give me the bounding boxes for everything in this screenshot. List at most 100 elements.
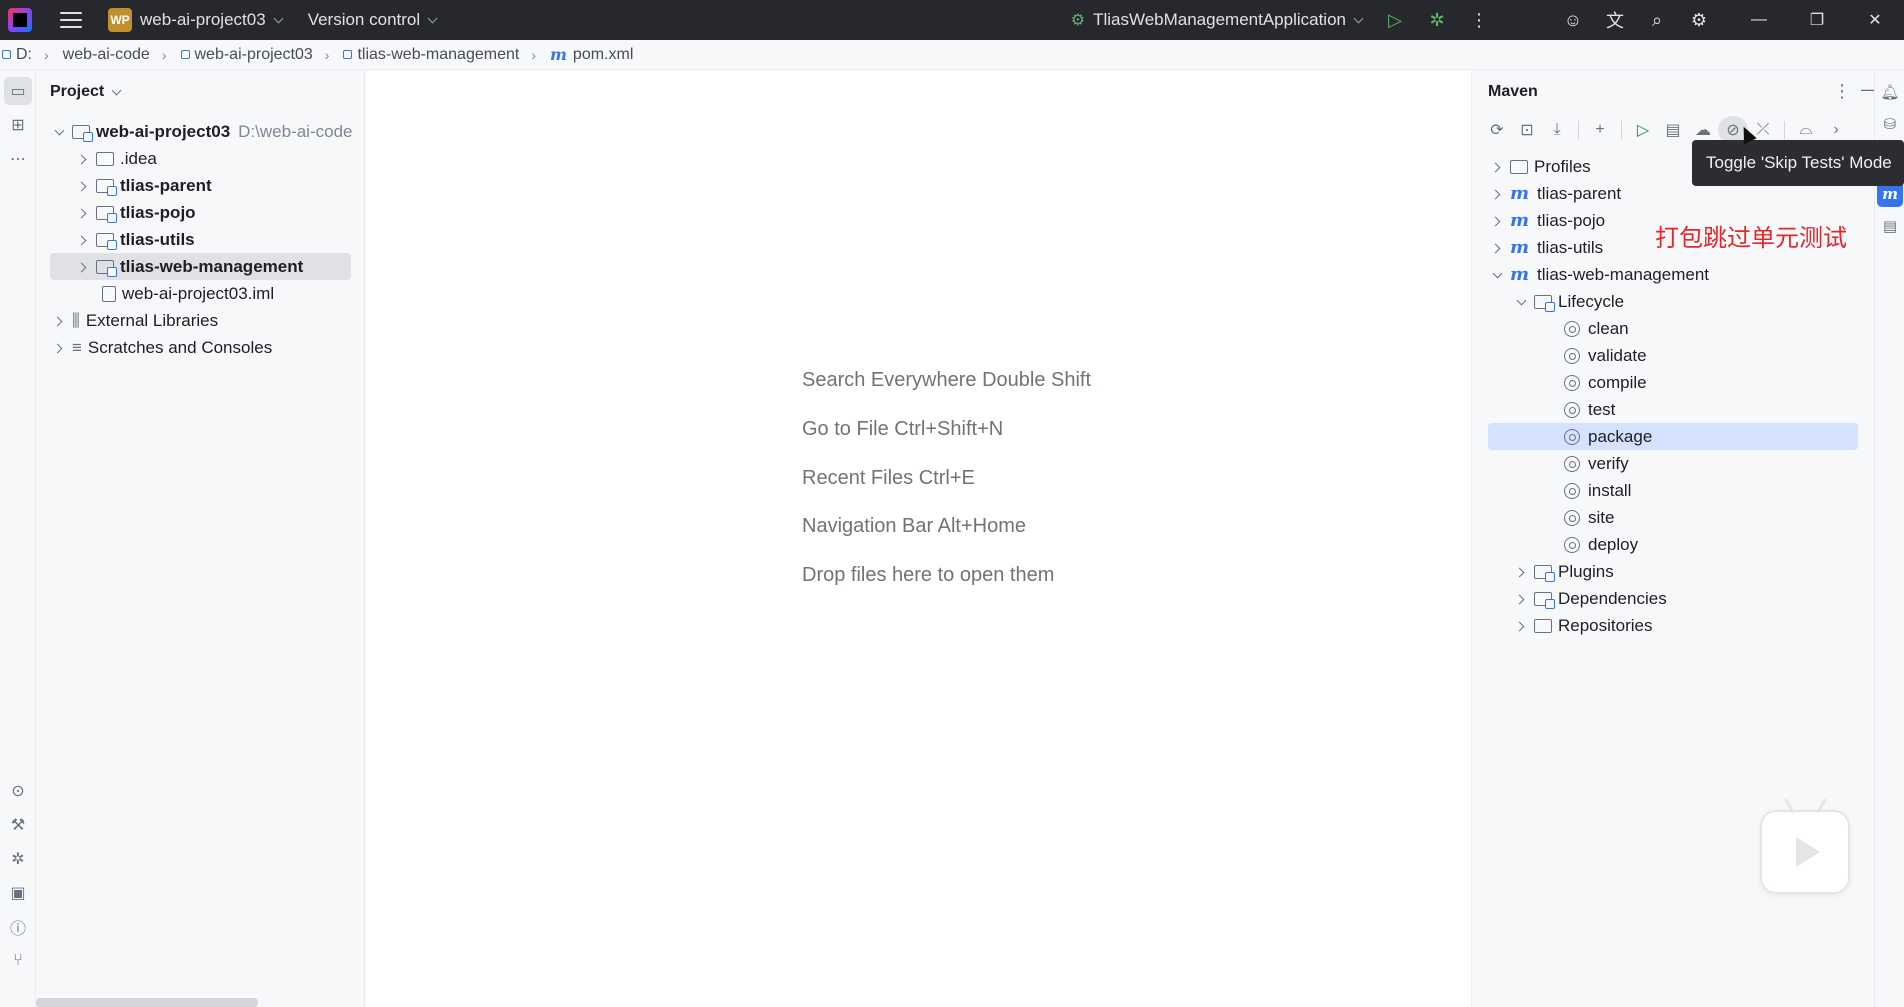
execute-goal-icon[interactable]: ▤ xyxy=(1658,116,1688,144)
more-tools-icon[interactable]: ⋯ xyxy=(4,145,32,173)
video-play-button[interactable] xyxy=(1760,798,1850,894)
expand-arrow-icon[interactable] xyxy=(1516,594,1526,604)
lifecycle-goal-selected[interactable]: package xyxy=(1488,423,1858,450)
tree-item[interactable]: web-ai-project03.iml xyxy=(102,280,274,307)
expand-arrow-icon[interactable] xyxy=(1492,162,1502,172)
expand-arrow-icon[interactable] xyxy=(78,262,88,272)
expand-arrow-icon[interactable] xyxy=(78,235,88,245)
breadcrumb: D: › web-ai-code › web-ai-project03 › tl… xyxy=(0,40,1904,70)
expand-arrow-icon[interactable] xyxy=(54,343,64,353)
maven-tree-item[interactable]: m tlias-utils xyxy=(1492,234,1603,261)
download-icon[interactable]: ⤓ xyxy=(1542,116,1572,144)
maven-tree-item[interactable]: Plugins xyxy=(1516,558,1614,585)
gear-icon xyxy=(1564,509,1580,526)
close-window-button[interactable]: ✕ xyxy=(1846,0,1904,40)
breadcrumb-item[interactable]: tlias-web-management xyxy=(343,46,519,64)
lifecycle-goal[interactable]: site xyxy=(1564,504,1614,531)
more-actions-icon[interactable]: ⋮ xyxy=(1464,5,1494,35)
right-tool-stripe: 🔔︎ ⛁ m ▤ xyxy=(1874,71,1904,1007)
project-panel: Project web-ai-project03 D:\web-ai-code … xyxy=(37,71,365,1007)
tree-item-root[interactable]: web-ai-project03 D:\web-ai-code xyxy=(54,118,352,145)
editor-empty-area[interactable]: Search Everywhere Double Shift Go to Fil… xyxy=(366,71,1471,1007)
maven-tree-item[interactable]: m tlias-web-management xyxy=(1492,261,1709,288)
expand-arrow-icon[interactable] xyxy=(1516,621,1526,631)
tree-item[interactable]: ⫼ External Libraries xyxy=(54,307,218,334)
tree-item[interactable]: .idea xyxy=(78,145,157,172)
horizontal-scrollbar[interactable] xyxy=(36,998,258,1007)
services-icon[interactable]: ⊙ xyxy=(4,777,32,805)
build-icon[interactable]: ⚒ xyxy=(4,811,32,839)
reload-icon[interactable]: ⟳ xyxy=(1482,116,1512,144)
breadcrumb-item[interactable]: D: xyxy=(2,46,32,64)
breadcrumb-item[interactable]: web-ai-code xyxy=(63,46,150,64)
restore-button[interactable]: ❐ xyxy=(1788,0,1846,40)
expand-arrow-icon[interactable] xyxy=(54,316,64,326)
lifecycle-goal[interactable]: test xyxy=(1564,396,1615,423)
lifecycle-goal[interactable]: verify xyxy=(1564,450,1629,477)
maven-tree-item[interactable]: m tlias-parent xyxy=(1492,180,1621,207)
debug-tool-icon[interactable]: ✲ xyxy=(4,845,32,873)
add-icon[interactable]: + xyxy=(1585,116,1615,144)
generate-sources-icon[interactable]: ⊡ xyxy=(1512,116,1542,144)
tree-item[interactable]: tlias-parent xyxy=(78,172,212,199)
project-folder-icon[interactable]: ▭ xyxy=(4,77,32,105)
lifecycle-goal[interactable]: install xyxy=(1564,477,1631,504)
maven-tree-item[interactable]: m tlias-pojo xyxy=(1492,207,1605,234)
module-icon xyxy=(343,50,353,59)
chevron-right-icon: › xyxy=(161,46,167,63)
run-config-selector[interactable]: ⚙ TliasWebManagementApplication xyxy=(1071,0,1364,40)
breadcrumb-item[interactable]: web-ai-project03 xyxy=(180,46,313,64)
project-selector[interactable]: web-ai-project03 xyxy=(132,0,284,40)
tree-item[interactable]: ≡ Scratches and Consoles xyxy=(54,334,272,361)
lifecycle-goal[interactable]: clean xyxy=(1564,315,1629,342)
maven-tree-item[interactable]: Dependencies xyxy=(1516,585,1667,612)
expand-arrow-icon[interactable] xyxy=(78,154,88,164)
lifecycle-goal[interactable]: compile xyxy=(1564,369,1647,396)
account-icon[interactable]: ☺ xyxy=(1558,5,1588,35)
expand-arrow-icon[interactable] xyxy=(1516,567,1526,577)
settings-gear-icon[interactable]: ⚙ xyxy=(1684,5,1714,35)
notifications-icon[interactable]: 🔔︎ xyxy=(1877,79,1903,105)
problems-icon[interactable]: ⓘ xyxy=(4,913,32,941)
ai-assistant-icon[interactable]: ▤ xyxy=(1877,213,1903,239)
project-panel-header[interactable]: Project xyxy=(37,71,364,113)
maven-panel-header: Maven xyxy=(1488,83,1538,100)
expand-arrow-icon[interactable] xyxy=(1492,243,1502,253)
expand-arrow-icon[interactable] xyxy=(1492,189,1502,199)
run-config-name: TliasWebManagementApplication xyxy=(1093,10,1346,29)
search-icon[interactable]: ⌕ xyxy=(1642,5,1672,35)
lifecycle-goal[interactable]: deploy xyxy=(1564,531,1638,558)
structure-icon[interactable]: ⊞ xyxy=(4,111,32,139)
tree-item[interactable]: tlias-utils xyxy=(78,226,195,253)
maven-options-icon[interactable]: ⋮ xyxy=(1833,81,1851,102)
title-bar: WP web-ai-project03 Version control ⚙ Tl… xyxy=(0,0,1904,40)
run-maven-build-icon[interactable]: ▷ xyxy=(1628,116,1658,144)
run-icon[interactable]: ▷ xyxy=(1380,5,1410,35)
database-icon[interactable]: ⛁ xyxy=(1877,111,1903,137)
collapse-arrow-icon[interactable] xyxy=(54,127,64,137)
gear-icon xyxy=(1564,455,1580,472)
tree-item[interactable]: tlias-pojo xyxy=(78,199,196,226)
maven-module-icon: m xyxy=(1510,183,1530,204)
minimize-button[interactable]: — xyxy=(1730,0,1788,40)
module-icon xyxy=(180,50,190,59)
vcs-selector[interactable]: Version control xyxy=(300,0,438,40)
maven-tree-item[interactable]: Repositories xyxy=(1516,612,1653,639)
project-name: web-ai-project03 xyxy=(140,10,266,29)
collapse-arrow-icon[interactable] xyxy=(1516,297,1526,307)
expand-arrow-icon[interactable] xyxy=(78,181,88,191)
debug-icon[interactable]: ✲ xyxy=(1422,5,1452,35)
expand-arrow-icon[interactable] xyxy=(1492,216,1502,226)
expand-arrow-icon[interactable] xyxy=(78,208,88,218)
chevron-down-icon xyxy=(111,85,122,95)
terminal-icon[interactable]: ▣ xyxy=(4,879,32,907)
maven-tree-item[interactable]: Lifecycle xyxy=(1516,288,1624,315)
lifecycle-goal[interactable]: validate xyxy=(1564,342,1647,369)
collapse-arrow-icon[interactable] xyxy=(1492,270,1502,280)
tree-item-selected[interactable]: tlias-web-management xyxy=(50,253,351,280)
git-icon[interactable]: ⑂ xyxy=(4,947,32,975)
breadcrumb-item[interactable]: m pom.xml xyxy=(550,45,633,64)
maven-tree-item[interactable]: Profiles xyxy=(1492,153,1591,180)
translate-icon[interactable]: 文 xyxy=(1600,5,1630,35)
main-menu-button[interactable] xyxy=(60,12,82,28)
